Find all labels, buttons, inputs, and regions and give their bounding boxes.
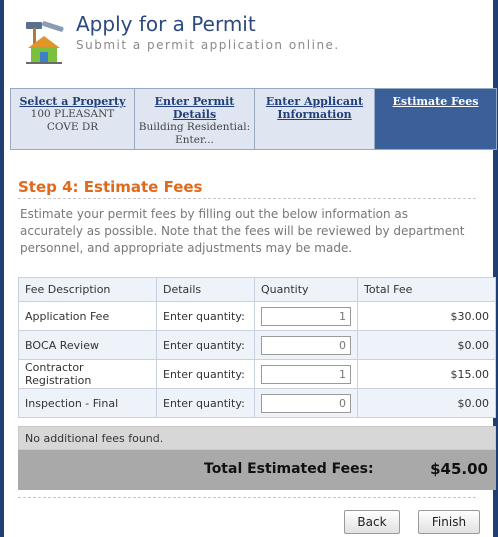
fee-table: Fee Description Details Quantity Total F… xyxy=(18,277,496,418)
no-additional-fees-message: No additional fees found. xyxy=(18,426,496,450)
page-subtitle: Submit a permit application online. xyxy=(76,38,340,52)
wizard-step-permit-details[interactable]: Enter Permit Details Building Residentia… xyxy=(135,89,255,149)
fee-details: Enter quantity: xyxy=(156,301,255,331)
page-header: Apply for a Permit Submit a permit appli… xyxy=(6,0,492,78)
table-row: Inspection - Final Enter quantity: $0.00 xyxy=(18,388,496,418)
step-heading: Step 4: Estimate Fees xyxy=(18,178,203,196)
total-value: $45.00 xyxy=(430,460,488,478)
divider xyxy=(18,198,476,199)
wizard-step-estimate-fees[interactable]: Estimate Fees xyxy=(375,89,496,149)
finish-button[interactable]: Finish xyxy=(418,510,480,534)
wizard-step-detail: Building Residential: Enter... xyxy=(138,121,251,146)
table-header-row: Fee Description Details Quantity Total F… xyxy=(18,277,496,302)
wizard-step-select-property[interactable]: Select a Property 100 PLEASANT COVE DR xyxy=(11,89,135,149)
quantity-cell xyxy=(254,359,358,389)
wizard-steps: Select a Property 100 PLEASANT COVE DR E… xyxy=(10,88,497,150)
fee-details: Enter quantity: xyxy=(156,330,255,360)
fee-description: Application Fee xyxy=(18,301,157,331)
wizard-step-link[interactable]: Enter Permit Details xyxy=(138,95,251,121)
wizard-step-link[interactable]: Enter Applicant Information xyxy=(258,95,371,121)
quantity-cell xyxy=(254,301,358,331)
fee-details: Enter quantity: xyxy=(156,388,255,418)
column-header: Details xyxy=(156,277,255,302)
table-row: Contractor Registration Enter quantity: … xyxy=(18,359,496,389)
construction-permit-icon xyxy=(26,21,64,64)
total-label: Total Estimated Fees: xyxy=(204,461,374,477)
fee-total: $0.00 xyxy=(357,388,496,418)
fee-total: $0.00 xyxy=(357,330,496,360)
quantity-input[interactable] xyxy=(261,393,351,413)
quantity-input[interactable] xyxy=(261,306,351,326)
fee-total: $15.00 xyxy=(357,359,496,389)
back-button[interactable]: Back xyxy=(344,510,400,534)
divider xyxy=(18,497,476,498)
wizard-step-applicant-info[interactable]: Enter Applicant Information xyxy=(255,89,375,149)
fee-details: Enter quantity: xyxy=(156,359,255,389)
wizard-step-detail: 100 PLEASANT COVE DR xyxy=(30,108,115,133)
fee-description: Inspection - Final xyxy=(18,388,157,418)
total-estimated-fees-bar: Total Estimated Fees: $45.00 xyxy=(18,450,496,490)
fee-total: $30.00 xyxy=(357,301,496,331)
fee-description: Contractor Registration xyxy=(18,359,157,389)
column-header: Fee Description xyxy=(18,277,157,302)
quantity-input[interactable] xyxy=(261,364,351,384)
page-title: Apply for a Permit xyxy=(76,12,256,36)
wizard-step-link[interactable]: Select a Property xyxy=(14,95,131,108)
column-header: Quantity xyxy=(254,277,358,302)
quantity-cell xyxy=(254,330,358,360)
column-header: Total Fee xyxy=(357,277,496,302)
fee-description: BOCA Review xyxy=(18,330,157,360)
quantity-cell xyxy=(254,388,358,418)
wizard-step-link[interactable]: Estimate Fees xyxy=(378,95,493,108)
table-row: BOCA Review Enter quantity: $0.00 xyxy=(18,330,496,360)
quantity-input[interactable] xyxy=(261,335,351,355)
step-intro-text: Estimate your permit fees by filling out… xyxy=(20,207,465,255)
table-row: Application Fee Enter quantity: $30.00 xyxy=(18,301,496,331)
window-frame-left xyxy=(0,0,4,537)
